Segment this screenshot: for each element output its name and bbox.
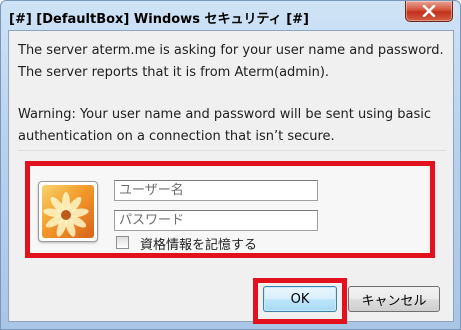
highlight-credentials	[25, 161, 435, 258]
warning-message: Warning: Your user name and password wil…	[18, 107, 431, 144]
close-button[interactable]	[405, 1, 453, 22]
server-message: The server aterm.me is asking for your u…	[18, 43, 444, 80]
message-area: The server aterm.me is asking for your u…	[18, 40, 448, 147]
window-title: [#] [DefaultBox] Windows セキュリティ [#]	[9, 12, 309, 27]
title-bar[interactable]: [#] [DefaultBox] Windows セキュリティ [#]	[0, 0, 461, 32]
divider	[18, 150, 446, 151]
highlight-ok	[253, 278, 347, 324]
close-icon	[422, 5, 436, 17]
cancel-button[interactable]: キャンセル	[348, 286, 440, 312]
